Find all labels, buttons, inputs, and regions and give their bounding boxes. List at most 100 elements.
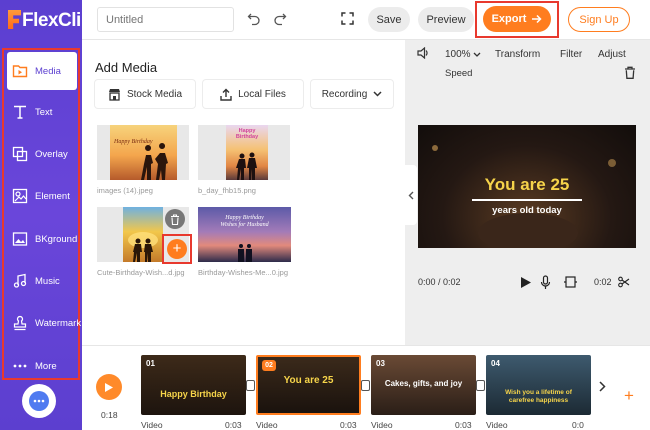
thumb-caption: Happy Birthday Wishes for Husband xyxy=(220,215,269,228)
clip-number: 03 xyxy=(376,359,385,368)
title-underline xyxy=(472,199,582,201)
delete-media-button[interactable] xyxy=(165,209,185,229)
logo-f-icon xyxy=(8,10,21,29)
timeline-total-time: 0:18 xyxy=(101,410,118,420)
chat-bubble-icon xyxy=(29,391,49,411)
voiceover-button[interactable] xyxy=(540,275,551,290)
arrow-right-icon xyxy=(532,14,542,24)
redo-button[interactable] xyxy=(272,11,288,27)
sidebar-item-label: Element xyxy=(35,190,70,202)
delete-clip-button[interactable] xyxy=(624,66,636,79)
timeline-scroll-right[interactable] xyxy=(598,380,606,392)
preview-button[interactable]: Preview xyxy=(418,7,474,32)
chevron-right-icon xyxy=(598,380,606,392)
play-button[interactable] xyxy=(520,276,532,289)
sidebar-item-bkground[interactable]: BKground xyxy=(7,220,77,258)
add-clip-button[interactable]: + xyxy=(619,386,639,406)
local-files-button[interactable]: Local Files xyxy=(203,80,303,108)
undo-icon xyxy=(247,13,260,26)
filter-button[interactable]: Filter xyxy=(560,49,582,60)
clip-duration-label: 0:03 xyxy=(225,420,242,430)
clip-type-label: Video xyxy=(256,420,278,430)
upload-icon xyxy=(220,88,232,101)
sidebar-item-media[interactable]: Media xyxy=(7,52,77,90)
preview-label: Preview xyxy=(426,13,466,26)
sidebar-item-music[interactable]: Music xyxy=(7,262,77,300)
adjust-button[interactable]: Adjust xyxy=(598,49,626,60)
sidebar-item-label: BKground xyxy=(35,233,78,245)
sidebar-item-label: Music xyxy=(35,275,60,287)
clip-caption: Cakes, gifts, and joy xyxy=(384,379,463,388)
transition-button[interactable] xyxy=(476,380,485,391)
watermark-stamp-icon xyxy=(13,315,27,331)
timeline-clip[interactable]: 01 Happy Birthday xyxy=(141,355,246,415)
timeline-play-button[interactable] xyxy=(96,374,122,400)
sidebar-item-label: More xyxy=(35,360,57,372)
thumb-caption: Happy Birthday xyxy=(235,128,259,140)
transition-button[interactable] xyxy=(246,380,255,391)
chat-support-button[interactable] xyxy=(22,384,56,418)
timeline-clip[interactable]: 04 Wish you a lifetime of carefree happi… xyxy=(486,355,591,415)
clip-type-label: Video xyxy=(486,420,508,430)
fullscreen-button[interactable] xyxy=(340,11,355,26)
sidebar-item-watermark[interactable]: Watermark xyxy=(7,304,81,342)
collapse-panel-button[interactable] xyxy=(405,165,417,225)
sidebar-item-label: Watermark xyxy=(35,317,82,329)
sign-up-label: Sign Up xyxy=(579,13,619,26)
clip-caption: Wish you a lifetime of carefree happines… xyxy=(505,389,572,404)
store-icon xyxy=(108,88,120,101)
sidebar-item-text[interactable]: Text xyxy=(7,93,77,131)
clip-caption: Happy Birthday xyxy=(160,389,227,399)
undo-button[interactable] xyxy=(246,11,262,27)
music-note-icon xyxy=(13,273,27,288)
stock-media-label: Stock Media xyxy=(126,88,183,100)
sign-up-button[interactable]: Sign Up xyxy=(568,7,630,32)
clip-type-label: Video xyxy=(371,420,393,430)
media-thumb-cute-birthday[interactable] xyxy=(123,207,163,262)
export-button[interactable]: Export xyxy=(483,6,551,32)
export-label: Export xyxy=(491,13,527,25)
clip-duration-label: 0:0 xyxy=(572,420,584,430)
project-title-input[interactable] xyxy=(97,7,234,32)
sidebar-item-overlay[interactable]: Overlay xyxy=(7,135,77,173)
local-files-label: Local Files xyxy=(238,88,286,100)
stock-media-button[interactable]: Stock Media xyxy=(95,80,195,108)
media-thumb-images-14[interactable]: Happy Birthday xyxy=(110,125,177,180)
video-preview-canvas[interactable]: You are 25 years old today xyxy=(418,125,636,248)
speaker-icon xyxy=(417,47,428,59)
redo-icon xyxy=(274,13,287,26)
flexclip-logo[interactable]: FlexClip xyxy=(8,10,92,32)
clip-number: 04 xyxy=(491,359,500,368)
sidebar-item-more[interactable]: More xyxy=(7,347,77,385)
cake-glow xyxy=(478,213,578,248)
bokeh-light xyxy=(432,145,438,151)
split-button[interactable] xyxy=(618,276,630,288)
fullscreen-icon xyxy=(341,12,354,25)
media-folder-icon xyxy=(12,65,28,78)
microphone-icon xyxy=(540,275,551,289)
media-filename: b_day_fhb15.png xyxy=(198,186,256,195)
clip-duration-label: 0:03 xyxy=(340,420,357,430)
zoom-dropdown[interactable]: 100% xyxy=(445,49,481,60)
clip-caption: You are 25 xyxy=(283,375,334,386)
media-thumb-b-day-fhb15[interactable]: Happy Birthday xyxy=(226,125,268,180)
couple-silhouette-icon xyxy=(238,244,252,262)
video-subtitle-text: years old today xyxy=(492,205,562,216)
media-thumb-birthday-wishes-me[interactable]: Happy Birthday Wishes for Husband xyxy=(198,207,291,262)
sidebar-item-label: Overlay xyxy=(35,148,68,160)
clip-duration: 0:02 xyxy=(594,277,612,287)
bokeh-light xyxy=(608,159,616,167)
chevron-down-icon xyxy=(373,91,382,97)
aspect-ratio-button[interactable] xyxy=(563,275,578,289)
transition-button[interactable] xyxy=(361,380,370,391)
clip-type-label: Video xyxy=(141,420,163,430)
speed-button[interactable]: Speed xyxy=(445,68,472,79)
sidebar-item-element[interactable]: Element xyxy=(7,177,77,215)
trash-icon xyxy=(171,213,179,225)
timeline-clip[interactable]: 03 Cakes, gifts, and joy xyxy=(371,355,476,415)
recording-dropdown[interactable]: Recording xyxy=(311,80,393,108)
volume-button[interactable] xyxy=(417,47,430,59)
add-to-timeline-button[interactable]: + xyxy=(167,239,187,259)
transform-button[interactable]: Transform xyxy=(495,49,540,60)
save-button[interactable]: Save xyxy=(368,7,410,32)
